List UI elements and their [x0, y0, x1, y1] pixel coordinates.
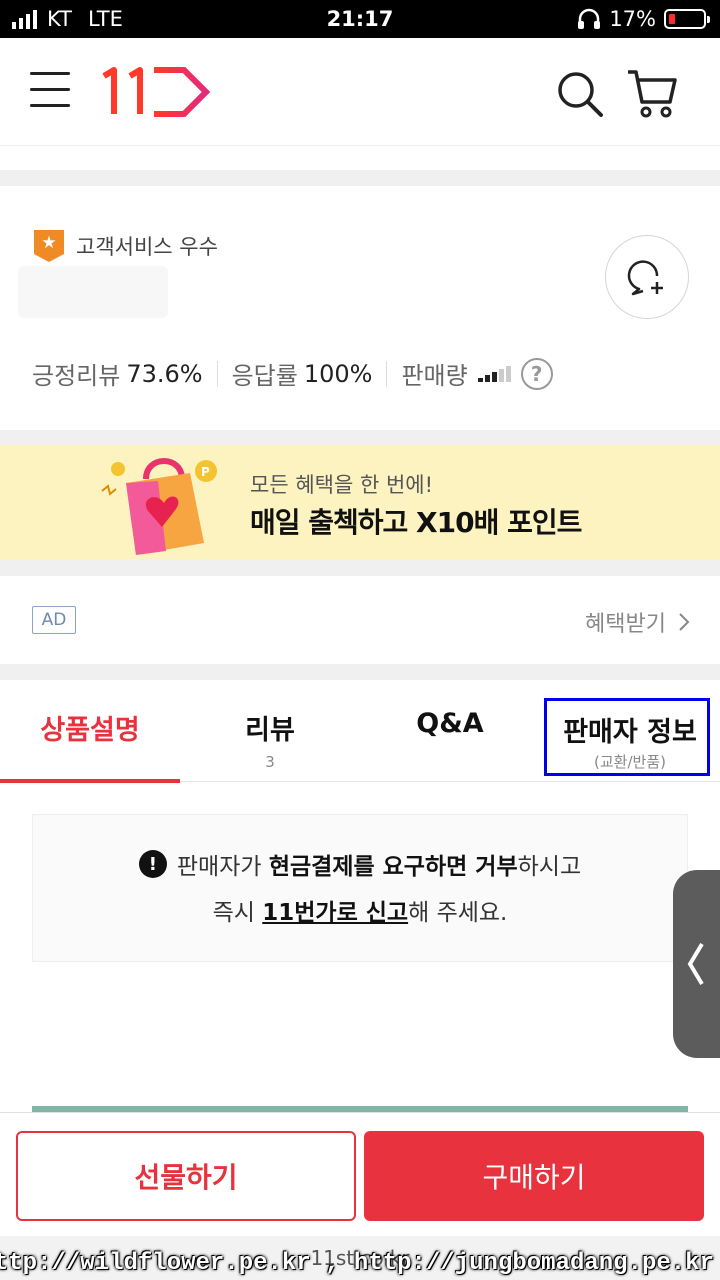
- tab-qna[interactable]: Q&A: [360, 680, 540, 782]
- logo-11st[interactable]: [100, 66, 212, 122]
- chat-button[interactable]: [605, 235, 689, 319]
- cash-payment-notice: ! 판매자가 현금결제를 요구하면 거부하시고 즉시 11번가로 신고해 주세요…: [32, 814, 688, 962]
- seller-section: ★ 고객서비스 우수 긍정리뷰 73.6% 응답률 100% 판매량 ?: [0, 186, 720, 430]
- status-bar: KT LTE 21:17 17%: [0, 0, 720, 38]
- report-link[interactable]: 11번가로 신고: [262, 900, 408, 926]
- buy-button[interactable]: 구매하기: [364, 1131, 704, 1221]
- headphones-icon: [578, 8, 601, 29]
- section-divider: [0, 430, 720, 445]
- purchase-bar: 선물하기 구매하기: [0, 1112, 720, 1236]
- app-header: [0, 38, 720, 146]
- notice-emphasis: 현금결제를 요구하면 거부: [268, 854, 518, 880]
- section-divider: [0, 559, 720, 576]
- warning-icon: !: [138, 850, 167, 878]
- tab-seller-info[interactable]: 판매자 정보 (교환/반품): [540, 680, 720, 782]
- tab-description[interactable]: 상품설명: [0, 680, 180, 783]
- positive-review-label: 긍정리뷰: [32, 362, 121, 390]
- notice-text: 즉시: [212, 900, 263, 926]
- promo-banner[interactable]: P 모든 혜택을 한 번에! 매일 출첵하고 X10배 포인트: [0, 445, 720, 559]
- notice-text: 하시고: [517, 854, 582, 880]
- svg-text:P: P: [201, 465, 210, 479]
- product-tabs: 상품설명 리뷰 3 Q&A 판매자 정보 (교환/반품): [0, 680, 720, 783]
- sales-level-icon: [477, 365, 511, 382]
- chevron-left-icon: [687, 942, 704, 986]
- shopping-bag-icon: P: [101, 458, 217, 555]
- positive-review-value: 73.6%: [126, 359, 203, 388]
- badge-label: 고객서비스 우수: [76, 235, 218, 259]
- side-panel-handle[interactable]: [673, 870, 720, 1058]
- tab-label: 상품설명: [40, 715, 140, 746]
- chevron-right-icon: [679, 613, 690, 631]
- search-icon[interactable]: [556, 70, 604, 118]
- response-rate-label: 응답률: [231, 362, 298, 390]
- gift-button[interactable]: 선물하기: [16, 1131, 356, 1221]
- battery-icon: [664, 9, 710, 29]
- benefit-link-label: 혜택받기: [585, 612, 666, 637]
- star-badge-icon: ★: [34, 230, 64, 262]
- cart-icon[interactable]: [626, 68, 678, 118]
- watermark: http://wildflower.pe.kr , http://jungbom…: [0, 1250, 714, 1277]
- section-divider: [0, 170, 720, 186]
- banner-title: 매일 출첵하고 X10배 포인트: [250, 506, 582, 539]
- sales-volume-label: 판매량: [401, 362, 468, 390]
- help-icon[interactable]: ?: [520, 357, 553, 390]
- tab-reviews[interactable]: 리뷰 3: [180, 680, 360, 782]
- response-rate-value: 100%: [303, 359, 373, 388]
- hamburger-menu-icon[interactable]: [30, 72, 70, 108]
- chat-plus-icon: [627, 260, 663, 296]
- ad-row: AD 혜택받기: [0, 576, 720, 664]
- review-count: 3: [265, 753, 275, 771]
- ad-tag: AD: [32, 606, 76, 634]
- banner-subtitle: 모든 혜택을 한 번에!: [250, 473, 434, 497]
- section-divider: [0, 664, 720, 680]
- service-badge: ★ 고객서비스 우수: [34, 230, 218, 262]
- benefit-link[interactable]: 혜택받기: [585, 606, 690, 638]
- notice-text: 해 주세요.: [408, 900, 508, 926]
- tab-label: 리뷰: [245, 715, 295, 746]
- seller-stats: 긍정리뷰 73.6% 응답률 100% 판매량 ?: [32, 356, 553, 391]
- notice-text: 판매자가: [176, 854, 269, 880]
- tab-label: Q&A: [416, 708, 484, 739]
- battery-percent: 17%: [609, 7, 656, 31]
- seller-name-placeholder: [18, 266, 168, 318]
